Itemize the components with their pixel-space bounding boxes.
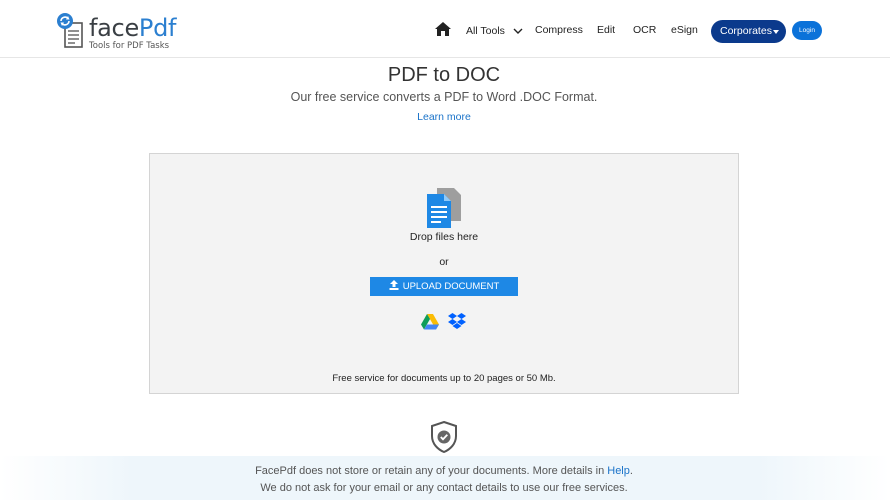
home-icon[interactable] [435, 22, 451, 36]
help-link[interactable]: Help [607, 465, 630, 477]
shield-check-icon [431, 421, 457, 453]
login-button[interactable]: Login [792, 21, 822, 40]
file-drop-zone[interactable]: Drop files here or UPLOAD DOCUMENT Free … [149, 153, 739, 394]
learn-more-link: Learn more [0, 111, 888, 123]
site-header: facePdf Tools for PDF Tasks All Tools Co… [0, 0, 890, 58]
upload-document-button[interactable]: UPLOAD DOCUMENT [370, 277, 518, 296]
nav-all-tools[interactable]: All Tools [466, 25, 505, 37]
dropbox-icon[interactable] [448, 313, 466, 330]
learn-more-text[interactable]: Learn more [417, 111, 471, 123]
caret-down-icon [773, 30, 779, 34]
main-nav: All Tools Compress Edit OCR eSign Corpor… [0, 0, 890, 58]
upload-label: UPLOAD DOCUMENT [402, 281, 500, 292]
page-subtitle: Our free service converts a PDF to Word … [290, 90, 598, 104]
no-contact-statement: We do not ask for your email or any cont… [260, 482, 628, 494]
nav-esign[interactable]: eSign [671, 24, 698, 36]
corporates-label: Corporates [720, 25, 772, 37]
nav-ocr[interactable]: OCR [633, 24, 656, 36]
page-title: PDF to DOC [387, 64, 501, 86]
nav-compress[interactable]: Compress [535, 24, 583, 36]
privacy-statement: FacePdf does not store or retain any of … [255, 465, 633, 477]
corporates-button[interactable]: Corporates [711, 20, 786, 43]
chevron-down-icon[interactable] [513, 27, 523, 35]
drop-files-text: Drop files here [409, 231, 479, 243]
upload-icon [389, 280, 399, 290]
document-icon [427, 188, 461, 228]
or-text: or [439, 256, 449, 268]
nav-edit[interactable]: Edit [597, 24, 615, 36]
service-limit-text: Free service for documents up to 20 page… [332, 373, 556, 384]
google-drive-icon[interactable] [421, 314, 439, 330]
